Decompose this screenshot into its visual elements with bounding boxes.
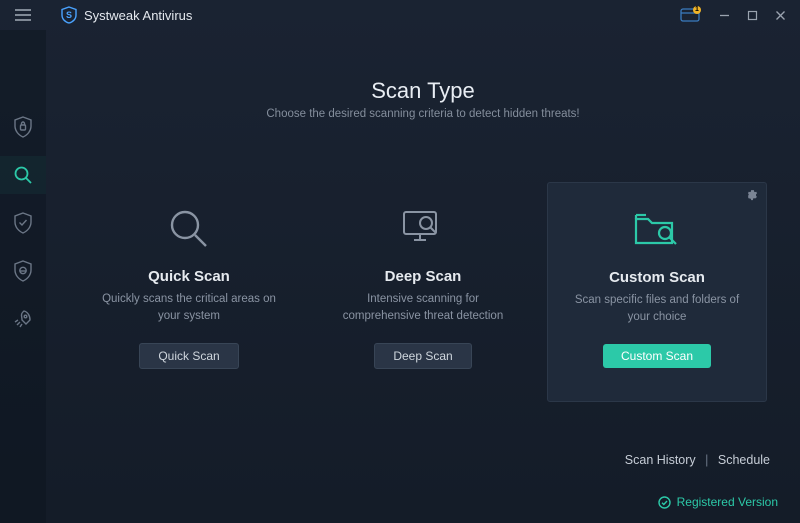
separator: | bbox=[705, 453, 708, 467]
maximize-icon bbox=[747, 10, 758, 21]
scan-cards: Quick Scan Quickly scans the critical ar… bbox=[68, 182, 778, 402]
card-custom-scan[interactable]: Custom Scan Scan specific files and fold… bbox=[547, 182, 767, 402]
minimize-button[interactable] bbox=[710, 4, 738, 26]
badge-count: 1 bbox=[693, 6, 701, 14]
card-desc: Quickly scans the critical areas on your… bbox=[93, 291, 285, 325]
body: Scan Type Choose the desired scanning cr… bbox=[0, 30, 800, 523]
card-quick-scan[interactable]: Quick Scan Quickly scans the critical ar… bbox=[79, 182, 299, 402]
minimize-icon bbox=[719, 10, 730, 21]
custom-scan-button[interactable]: Custom Scan bbox=[603, 344, 711, 368]
notification-badge[interactable]: 1 bbox=[678, 5, 702, 25]
rocket-icon bbox=[13, 309, 33, 329]
svg-text:S: S bbox=[66, 10, 72, 20]
page-heading: Scan Type Choose the desired scanning cr… bbox=[68, 78, 778, 120]
card-desc: Intensive scanning for comprehensive thr… bbox=[327, 291, 519, 325]
deep-scan-button[interactable]: Deep Scan bbox=[374, 343, 471, 369]
app-title: Systweak Antivirus bbox=[84, 8, 192, 23]
close-button[interactable] bbox=[766, 4, 794, 26]
close-icon bbox=[775, 10, 786, 21]
card-settings-button[interactable] bbox=[744, 189, 758, 208]
schedule-link[interactable]: Schedule bbox=[718, 453, 770, 467]
hamburger-icon bbox=[14, 8, 32, 22]
shield-e-icon bbox=[13, 260, 33, 282]
maximize-button[interactable] bbox=[738, 4, 766, 26]
check-circle-icon bbox=[658, 496, 671, 509]
sidebar-item-scan[interactable] bbox=[0, 156, 46, 194]
card-title: Deep Scan bbox=[385, 268, 462, 285]
custom-scan-icon bbox=[632, 201, 682, 259]
app-logo-icon: S bbox=[60, 6, 78, 24]
main-content: Scan Type Choose the desired scanning cr… bbox=[46, 30, 800, 523]
deep-scan-icon bbox=[398, 200, 448, 258]
sidebar bbox=[0, 30, 46, 523]
page-title: Scan Type bbox=[68, 78, 778, 104]
card-desc: Scan specific files and folders of your … bbox=[562, 292, 752, 326]
card-title: Custom Scan bbox=[609, 269, 705, 286]
menu-button[interactable] bbox=[0, 0, 46, 30]
card-deep-scan[interactable]: Deep Scan Intensive scanning for compreh… bbox=[313, 182, 533, 402]
app-window: S Systweak Antivirus 1 bbox=[0, 0, 800, 523]
footer-links: Scan History | Schedule bbox=[625, 453, 770, 467]
sidebar-item-boost[interactable] bbox=[0, 300, 46, 338]
sidebar-item-protection[interactable] bbox=[0, 108, 46, 146]
quick-scan-icon bbox=[166, 200, 212, 258]
sidebar-item-quarantine[interactable] bbox=[0, 204, 46, 242]
quick-scan-button[interactable]: Quick Scan bbox=[139, 343, 238, 369]
card-title: Quick Scan bbox=[148, 268, 230, 285]
gear-icon bbox=[744, 189, 758, 203]
scan-history-link[interactable]: Scan History bbox=[625, 453, 696, 467]
status-footer: Registered Version bbox=[658, 495, 778, 509]
shield-lock-icon bbox=[13, 116, 33, 138]
sidebar-item-web[interactable] bbox=[0, 252, 46, 290]
page-subtitle: Choose the desired scanning criteria to … bbox=[68, 108, 778, 120]
shield-check-icon bbox=[13, 212, 33, 234]
titlebar: S Systweak Antivirus 1 bbox=[0, 0, 800, 30]
status-text: Registered Version bbox=[677, 495, 778, 509]
magnifier-icon bbox=[13, 165, 33, 185]
